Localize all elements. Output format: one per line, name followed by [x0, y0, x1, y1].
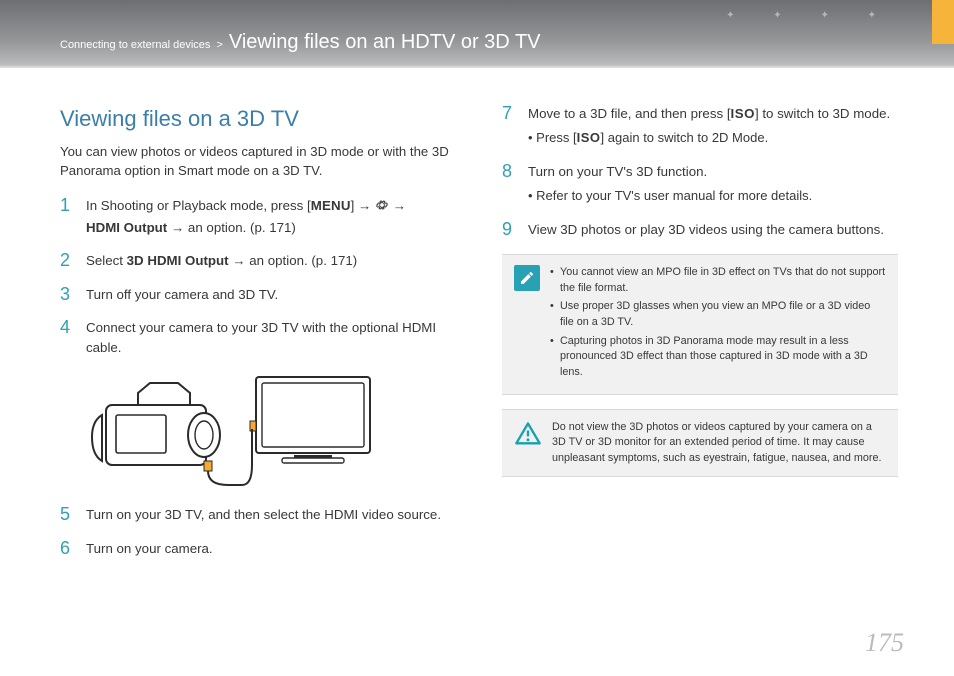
- step-sub: Refer to your TV's user manual for more …: [528, 187, 898, 206]
- step-text: ] to switch to 3D mode.: [755, 106, 890, 121]
- step-number: 5: [60, 505, 74, 525]
- header-accent-tab: [932, 0, 954, 44]
- step-5: 5 Turn on your 3D TV, and then select th…: [60, 505, 456, 525]
- step-number: 2: [60, 251, 74, 271]
- step-text: → an option. (p. 171): [229, 253, 358, 268]
- step-2: 2 Select 3D HDMI Output → an option. (p.…: [60, 251, 456, 271]
- step-text: Turn on your TV's 3D function.: [528, 164, 707, 179]
- step-body: Turn on your TV's 3D function. Refer to …: [528, 162, 898, 206]
- step-text: ] →: [351, 198, 375, 213]
- step-number: 3: [60, 285, 74, 305]
- step-text: Select: [86, 253, 127, 268]
- step-number: 9: [502, 220, 516, 240]
- iso-button-label: ISO: [577, 130, 601, 145]
- menu-button-label: MENU: [311, 198, 351, 213]
- page-number: 175: [865, 628, 904, 658]
- step-9: 9 View 3D photos or play 3D videos using…: [502, 220, 898, 240]
- gear-icon: [375, 198, 389, 217]
- step-number: 4: [60, 318, 74, 357]
- step-text: Move to a 3D file, and then press [: [528, 106, 731, 121]
- header-decoration-stars: ✦ ✦ ✦ ✦: [726, 10, 894, 21]
- warning-text: Do not view the 3D photos or videos capt…: [552, 420, 886, 467]
- step-3: 3 Turn off your camera and 3D TV.: [60, 285, 456, 305]
- step-8: 8 Turn on your TV's 3D function. Refer t…: [502, 162, 898, 206]
- step-body: Turn off your camera and 3D TV.: [86, 285, 456, 305]
- page-header: ✦ ✦ ✦ ✦ Connecting to external devices >…: [0, 0, 954, 68]
- step-text: In Shooting or Playback mode, press [: [86, 198, 311, 213]
- warning-box: Do not view the 3D photos or videos capt…: [502, 409, 898, 478]
- breadcrumb-title: Viewing files on an HDTV or 3D TV: [229, 31, 541, 54]
- camera-tv-connection-diagram: [86, 371, 376, 491]
- step-text: → an option. (p. 171): [167, 220, 296, 235]
- step-text: →: [389, 198, 406, 213]
- step-number: 8: [502, 162, 516, 206]
- sub-text: Press [: [536, 130, 576, 145]
- step-7: 7 Move to a 3D file, and then press [ISO…: [502, 104, 898, 148]
- note-item: You cannot view an MPO file in 3D effect…: [550, 265, 886, 296]
- step-bold-text: 3D HDMI Output: [127, 253, 229, 268]
- note-item: Use proper 3D glasses when you view an M…: [550, 299, 886, 330]
- warning-triangle-icon: [514, 420, 542, 448]
- step-6: 6 Turn on your camera.: [60, 539, 456, 559]
- breadcrumb: Connecting to external devices > Viewing…: [60, 31, 541, 68]
- steps-list-right: 7 Move to a 3D file, and then press [ISO…: [502, 104, 898, 240]
- step-body: View 3D photos or play 3D videos using t…: [528, 220, 898, 240]
- step-bold-text: HDMI Output: [86, 220, 167, 235]
- left-column: Viewing files on a 3D TV You can view ph…: [60, 104, 456, 573]
- step-number: 7: [502, 104, 516, 148]
- note-pencil-icon: [514, 265, 540, 291]
- iso-button-label: ISO: [731, 106, 755, 121]
- step-number: 6: [60, 539, 74, 559]
- step-4: 4 Connect your camera to your 3D TV with…: [60, 318, 456, 357]
- section-intro: You can view photos or videos captured i…: [60, 142, 456, 180]
- sub-text: ] again to switch to 2D Mode.: [601, 130, 769, 145]
- step-1: 1 In Shooting or Playback mode, press [M…: [60, 196, 456, 237]
- right-column: 7 Move to a 3D file, and then press [ISO…: [502, 104, 898, 573]
- step-body: Turn on your camera.: [86, 539, 456, 559]
- step-body: In Shooting or Playback mode, press [MEN…: [86, 196, 456, 237]
- step-sub: Press [ISO] again to switch to 2D Mode.: [528, 129, 898, 148]
- step-body: Select 3D HDMI Output → an option. (p. 1…: [86, 251, 456, 271]
- breadcrumb-separator: >: [216, 39, 222, 51]
- note-list: You cannot view an MPO file in 3D effect…: [550, 265, 886, 383]
- breadcrumb-section: Connecting to external devices: [60, 39, 210, 51]
- steps-list-left: 1 In Shooting or Playback mode, press [M…: [60, 196, 456, 357]
- step-body: Move to a 3D file, and then press [ISO] …: [528, 104, 898, 148]
- note-item: Capturing photos in 3D Panorama mode may…: [550, 334, 886, 381]
- page-content: Viewing files on a 3D TV You can view ph…: [0, 68, 954, 573]
- section-heading: Viewing files on a 3D TV: [60, 106, 456, 132]
- steps-list-left-cont: 5 Turn on your 3D TV, and then select th…: [60, 505, 456, 559]
- step-body: Connect your camera to your 3D TV with t…: [86, 318, 456, 357]
- step-body: Turn on your 3D TV, and then select the …: [86, 505, 456, 525]
- step-number: 1: [60, 196, 74, 237]
- note-box: You cannot view an MPO file in 3D effect…: [502, 254, 898, 394]
